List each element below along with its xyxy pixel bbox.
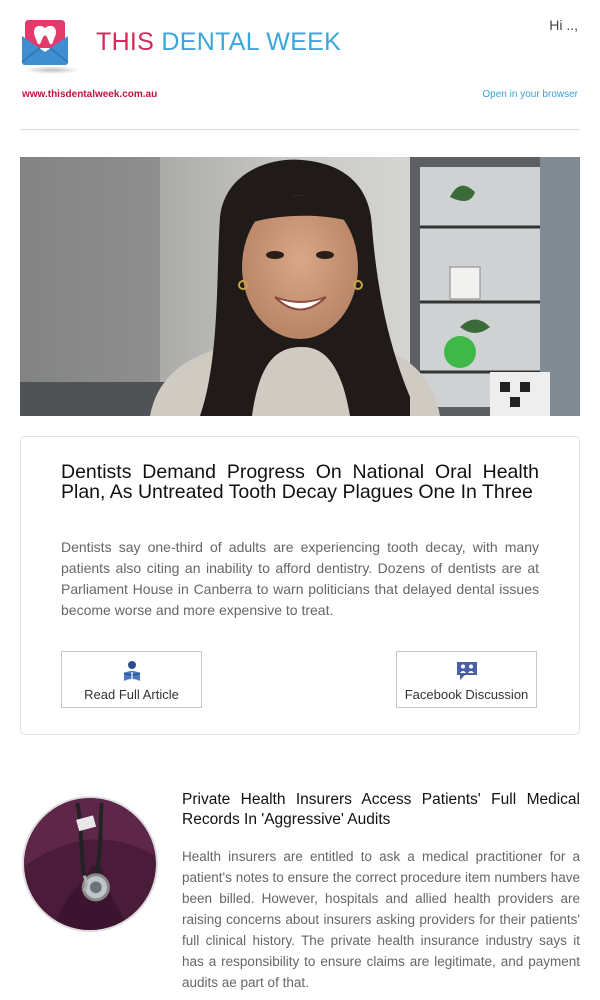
read-full-article-button[interactable]: Read Full Article bbox=[61, 651, 202, 708]
open-in-browser-link[interactable]: Open in your browser bbox=[482, 89, 578, 100]
reader-icon bbox=[123, 661, 140, 681]
article2-thumbnail[interactable] bbox=[22, 796, 158, 932]
facebook-discussion-button[interactable]: Facebook Discussion bbox=[396, 651, 537, 708]
logo-shadow bbox=[24, 66, 80, 74]
article2-summary: Health insurers are entitled to ask a me… bbox=[182, 849, 580, 990]
greeting-text: Hi .., bbox=[549, 17, 578, 33]
envelope-tooth-logo-icon bbox=[21, 20, 69, 65]
site-url-link[interactable]: www.thisdentalweek.com.au bbox=[22, 89, 157, 100]
article2-title[interactable]: Private Health Insurers Access Patients'… bbox=[182, 790, 580, 830]
discussion-icon bbox=[456, 662, 477, 680]
facebook-discussion-label: Facebook Discussion bbox=[404, 687, 529, 702]
hero-image[interactable] bbox=[20, 157, 580, 416]
header-divider bbox=[20, 129, 580, 130]
email-page: THIS DENTAL WEEK Hi .., www.thisdentalwe… bbox=[0, 0, 600, 1000]
brand-wordmark: THIS DENTAL WEEK bbox=[96, 28, 341, 56]
feature-article-title[interactable]: Dentists Demand Progress On National Ora… bbox=[61, 462, 539, 502]
email-header: THIS DENTAL WEEK Hi .., bbox=[20, 12, 580, 87]
feature-article-summary: Dentists say one-third of adults are exp… bbox=[61, 539, 539, 618]
brand-this: THIS bbox=[96, 28, 155, 56]
read-full-article-label: Read Full Article bbox=[84, 687, 179, 702]
feature-article-card: Dentists Demand Progress On National Ora… bbox=[20, 436, 580, 735]
brand-rest: DENTAL WEEK bbox=[161, 28, 342, 56]
